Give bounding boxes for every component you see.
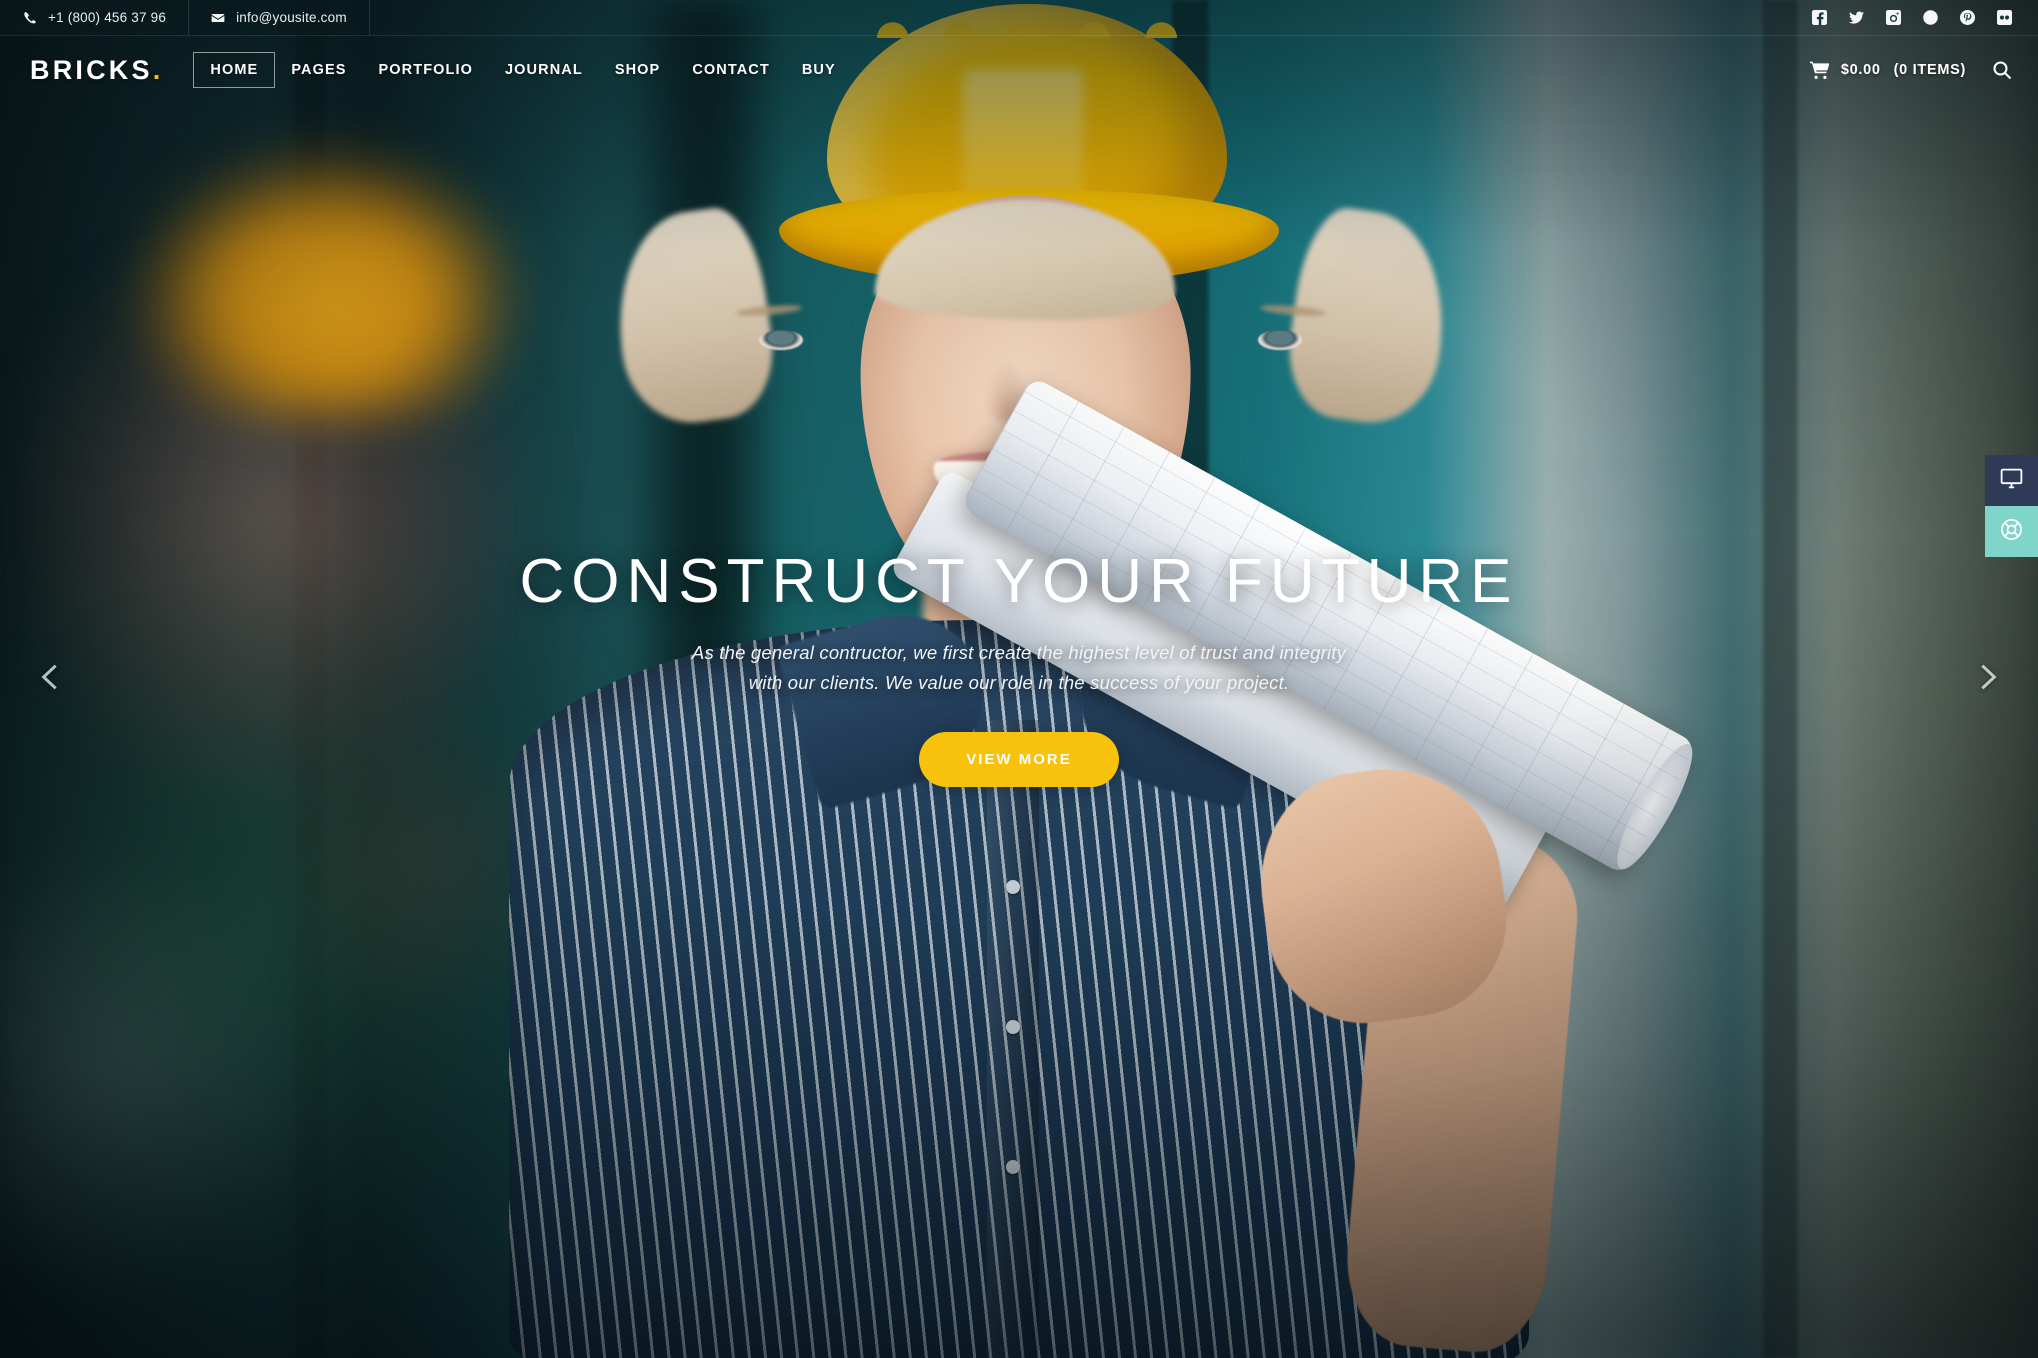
nav-item-portfolio[interactable]: PORTFOLIO <box>363 53 489 87</box>
instagram-icon[interactable] <box>1886 10 1901 25</box>
preview-demos-button[interactable] <box>1985 455 2038 506</box>
topbar-email-text: info@yousite.com <box>236 10 347 25</box>
slider-next-button[interactable] <box>1960 651 2016 707</box>
main-navigation: HOME PAGES PORTFOLIO JOURNAL SHOP CONTAC… <box>193 52 851 88</box>
topbar-phone[interactable]: +1 (800) 456 37 96 <box>0 0 190 35</box>
side-dock <box>1985 455 2038 557</box>
pinterest-icon[interactable] <box>1960 10 1975 25</box>
logo-text: BRICKS <box>30 54 153 85</box>
support-button[interactable] <box>1985 506 2038 557</box>
cart-widget[interactable]: $0.00 (0 ITEMS) <box>1809 60 1966 80</box>
dribbble-icon[interactable] <box>1923 10 1938 25</box>
hero-subtitle: As the general contructor, we first crea… <box>691 642 1347 694</box>
cart-item-count: (0 ITEMS) <box>1893 62 1966 78</box>
top-info-bar: +1 (800) 456 37 96 info@yousite.com <box>0 0 2038 36</box>
hero-text-block: CONSTRUCT YOUR FUTURE As the general con… <box>519 546 1519 788</box>
chevron-left-icon <box>33 660 67 699</box>
nav-item-journal[interactable]: JOURNAL <box>489 53 599 87</box>
topbar-contact-group: +1 (800) 456 37 96 info@yousite.com <box>0 0 370 35</box>
twitter-icon[interactable] <box>1849 10 1864 25</box>
site-logo[interactable]: BRICKS. <box>30 55 163 86</box>
logo-dot: . <box>152 54 164 85</box>
cart-amount: $0.00 <box>1840 62 1881 78</box>
slider-prev-button[interactable] <box>22 651 78 707</box>
nav-item-shop[interactable]: SHOP <box>599 53 677 87</box>
topbar-phone-text: +1 (800) 456 37 96 <box>48 10 167 25</box>
life-ring-support-icon <box>1999 517 2024 547</box>
nav-item-pages[interactable]: PAGES <box>275 53 362 87</box>
nav-item-buy[interactable]: BUY <box>786 53 852 87</box>
shopping-cart-icon <box>1809 60 1830 80</box>
nav-item-contact[interactable]: CONTACT <box>676 53 786 87</box>
view-more-button[interactable]: VIEW MORE <box>919 732 1119 788</box>
facebook-icon[interactable] <box>1812 10 1827 25</box>
site-header: BRICKS. HOME PAGES PORTFOLIO JOURNAL SHO… <box>0 36 2038 104</box>
header-actions: $0.00 (0 ITEMS) <box>1809 60 2012 80</box>
flickr-icon[interactable] <box>1997 10 2012 25</box>
phone-icon <box>23 11 37 25</box>
chevron-right-icon <box>1971 660 2005 699</box>
nav-item-home[interactable]: HOME <box>193 52 276 88</box>
desktop-monitor-icon <box>1999 466 2024 496</box>
topbar-email[interactable]: info@yousite.com <box>189 0 370 35</box>
social-links <box>1812 10 2038 25</box>
envelope-icon <box>211 11 225 25</box>
search-icon[interactable] <box>1992 60 2012 80</box>
hero-title: CONSTRUCT YOUR FUTURE <box>519 546 1519 616</box>
